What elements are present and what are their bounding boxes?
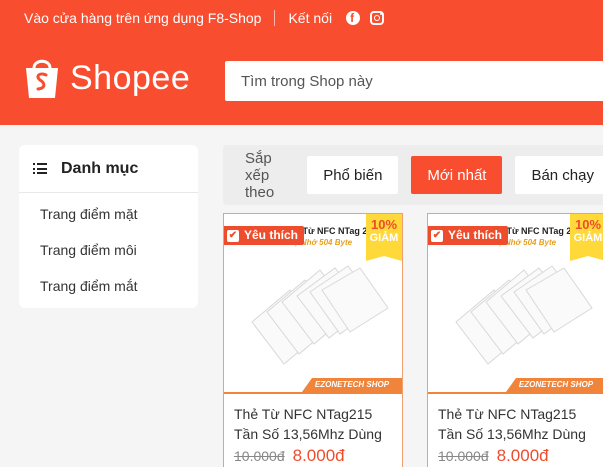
category-panel: Danh mục Trang điểm mặt Trang điểm môi T… — [19, 145, 198, 308]
shopping-bag-icon — [26, 59, 58, 98]
category-item-eyes[interactable]: Trang điểm mắt — [19, 268, 198, 304]
top-navbar: Vào cửa hàng trên ứng dụng F8-Shop Kết n… — [24, 8, 385, 28]
nfc-cards-illustration — [251, 265, 389, 365]
old-price: 10.000đ — [234, 448, 285, 464]
product-prices: 10.000đ 8.000đ — [428, 446, 603, 466]
store-app-link[interactable]: Vào cửa hàng trên ứng dụng F8-Shop — [24, 10, 261, 26]
category-item-face[interactable]: Trang điểm mặt — [19, 196, 198, 232]
product-name[interactable]: Thẻ Từ NFC NTag215 Tần Số 13,56Mhz Dùng … — [224, 394, 402, 446]
favorite-badge: ✔ Yêu thích — [224, 226, 305, 245]
shop-search-input[interactable] — [225, 61, 603, 101]
product-image: Thẻ Từ NFC NTag 215 Bộ Nhớ 504 Byte ✔ Yêu… — [428, 214, 603, 394]
shopee-logo[interactable]: Shopee — [24, 56, 190, 100]
nfc-cards-illustration — [455, 265, 593, 365]
sort-popular-button[interactable]: Phổ biến — [307, 156, 399, 194]
divider — [274, 10, 276, 26]
category-title: Danh mục — [61, 159, 139, 177]
product-card[interactable]: Thẻ Từ NFC NTag 215 Bộ Nhớ 504 Byte ✔ Yêu… — [223, 213, 403, 467]
sort-bar: Sắp xếp theo Phổ biến Mới nhất Bán chạy — [223, 145, 603, 205]
sort-bestselling-button[interactable]: Bán chạy — [515, 156, 603, 194]
category-header: Danh mục — [19, 145, 198, 193]
social-links — [346, 11, 385, 25]
check-icon: ✔ — [431, 229, 443, 242]
shop-header: Vào cửa hàng trên ứng dụng F8-Shop Kết n… — [0, 0, 603, 125]
logo-text: Shopee — [70, 58, 191, 97]
old-price: 10.000đ — [438, 448, 489, 464]
product-prices: 10.000đ 8.000đ — [224, 446, 402, 466]
instagram-icon[interactable] — [370, 11, 385, 25]
list-icon — [33, 163, 47, 174]
discount-badge: 10% GIẢM — [570, 214, 603, 261]
product-card[interactable]: Thẻ Từ NFC NTag 215 Bộ Nhớ 504 Byte ✔ Yêu… — [427, 213, 603, 467]
sale-price: 8.000đ — [292, 446, 345, 465]
connect-label: Kết nối — [288, 10, 333, 26]
check-icon: ✔ — [227, 229, 239, 242]
shop-watermark: EZONETECH SHOP — [302, 378, 402, 392]
sort-label: Sắp xếp theo — [245, 149, 275, 201]
category-item-lips[interactable]: Trang điểm môi — [19, 232, 198, 268]
product-name[interactable]: Thẻ Từ NFC NTag215 Tần Số 13,56Mhz Dùng … — [428, 394, 603, 446]
shop-watermark: EZONETECH SHOP — [506, 378, 603, 392]
facebook-icon[interactable] — [346, 11, 361, 25]
favorite-badge: ✔ Yêu thích — [428, 226, 509, 245]
sale-price: 8.000đ — [496, 446, 549, 465]
discount-badge: 10% GIẢM — [366, 214, 402, 261]
product-image: Thẻ Từ NFC NTag 215 Bộ Nhớ 504 Byte ✔ Yêu… — [224, 214, 402, 394]
sort-newest-button[interactable]: Mới nhất — [411, 156, 503, 194]
